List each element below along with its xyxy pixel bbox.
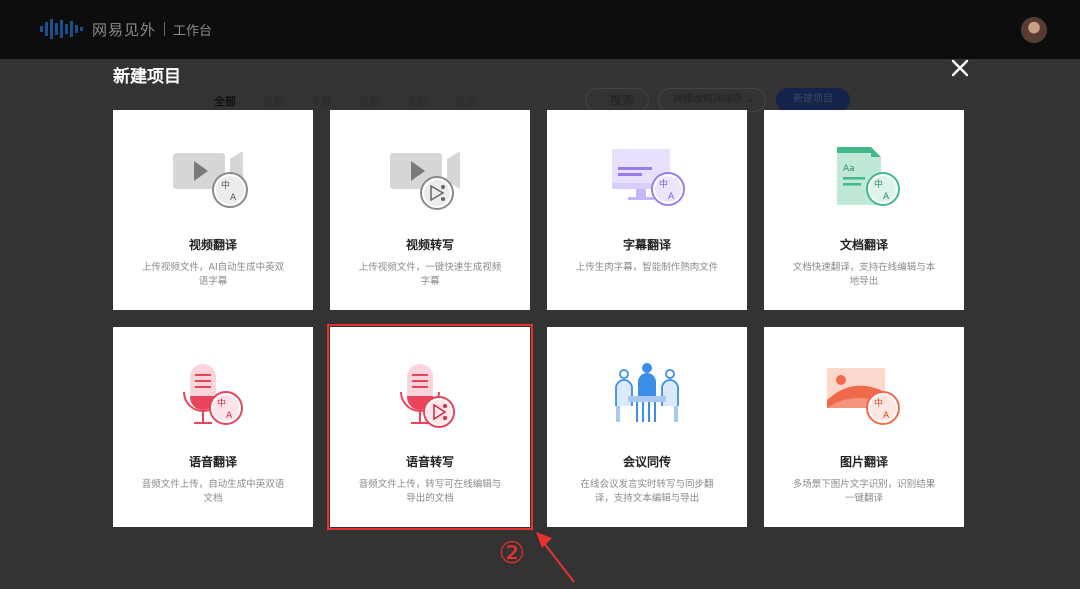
card-description: 上传生肉字幕，智能制作熟肉文件 [575,262,719,273]
close-button[interactable] [948,56,972,80]
brand-divider [164,22,166,36]
video-transcribe-icon [390,151,460,210]
filter-tab-document: 文档 [406,95,428,108]
avatar[interactable] [1021,17,1047,43]
filter-tab-audio: 音频 [358,95,380,108]
top-navigation-bar: 网易见外 工作台 [0,0,1080,59]
video-translate-icon: 中 A [173,151,248,208]
filter-tab-all: 全部 [214,95,236,108]
card-description: 文档快速翻译，支持在线编辑与本地导出 [792,262,936,287]
subtitle-translate-icon: 中 A [612,149,685,206]
card-description: 在线会议发言实时转写与同步翻译，支持文本编辑与导出 [580,479,714,504]
document-translate-icon: Aa 中 A [837,147,900,206]
card-title: 图片翻译 [839,455,888,469]
svg-text:A: A [230,193,237,203]
svg-text:中: 中 [874,178,883,190]
card-audio-translate[interactable]: 中 A 语音翻译 音频文件上传，自动生成中英双语文档 [113,327,313,527]
card-video-transcribe[interactable]: 视频转写 上传视频文件，一键快速生成视频字幕 [330,110,530,310]
workspace-label[interactable]: 工作台 [173,20,212,39]
card-description: 上传视频文件，一键快速生成视频字幕 [358,262,502,287]
step-annotation-number: ② [498,536,526,571]
card-title: 会议同传 [622,455,671,469]
card-description: 音频文件上传，转写可在线编辑与导出的文档 [358,479,502,504]
svg-text:中: 中 [874,397,883,409]
svg-text:Aa: Aa [843,164,855,174]
brand-name: 网易见外 [92,20,157,39]
card-description: 多场景下图片文字识别，识别结果一键翻译 [792,479,936,504]
audio-transcribe-icon [400,364,455,428]
annotation-arrow-icon [536,532,575,583]
background-filter-tabs: 全部 视频 字幕 音频 文档 会议 [214,93,476,109]
svg-text:中: 中 [659,178,668,190]
project-type-grid: 中 A 视频翻译 上传视频文件，AI自动生成中英双语字幕 视频转写 上传视频文件… [113,110,964,530]
image-translate-icon: 中 A [827,368,900,425]
background-sort: 按修改时间排序 ⌄ [658,88,766,112]
svg-text:A: A [883,411,890,421]
card-title: 文档翻译 [839,238,888,252]
card-image-translate[interactable]: 中 A 图片翻译 多场景下图片文字识别，识别结果一键翻译 [764,327,964,527]
card-title: 视频翻译 [188,238,237,252]
card-title: 视频转写 [405,238,454,252]
svg-text:中: 中 [221,179,230,191]
svg-text:A: A [668,192,675,202]
svg-text:中: 中 [217,397,226,409]
filter-tab-video: 视频 [262,95,284,108]
card-description: 音频文件上传，自动生成中英双语文档 [141,479,285,504]
card-title: 语音翻译 [188,455,237,469]
logo[interactable]: 网易见外 工作台 [40,18,212,40]
card-document-translate[interactable]: Aa 中 A 文档翻译 文档快速翻译，支持在线编辑与本地导出 [764,110,964,310]
background-search: 搜索 [585,88,649,112]
audio-translate-icon: 中 A [183,364,243,425]
card-title: 语音转写 [405,455,454,469]
card-subtitle-translate[interactable]: 中 A 字幕翻译 上传生肉字幕，智能制作熟肉文件 [547,110,747,310]
svg-text:A: A [226,411,233,421]
card-audio-transcribe[interactable]: 语音转写 音频文件上传，转写可在线编辑与导出的文档 [327,324,533,530]
filter-tab-meeting: 会议 [454,95,476,108]
card-title: 字幕翻译 [622,238,671,252]
waveform-logo-icon [40,19,83,39]
meeting-interpret-icon [615,363,679,422]
card-description: 上传视频文件，AI自动生成中英双语字幕 [141,262,285,287]
modal-title: 新建项目 [113,67,181,87]
close-icon [951,59,969,77]
card-meeting-interpret[interactable]: 会议同传 在线会议发言实时转写与同步翻译，支持文本编辑与导出 [547,327,747,527]
card-video-translate[interactable]: 中 A 视频翻译 上传视频文件，AI自动生成中英双语字幕 [113,110,313,310]
filter-tab-subtitle: 字幕 [310,95,332,108]
background-new-project-button: 新建项目 [776,88,850,112]
svg-text:A: A [883,192,890,202]
